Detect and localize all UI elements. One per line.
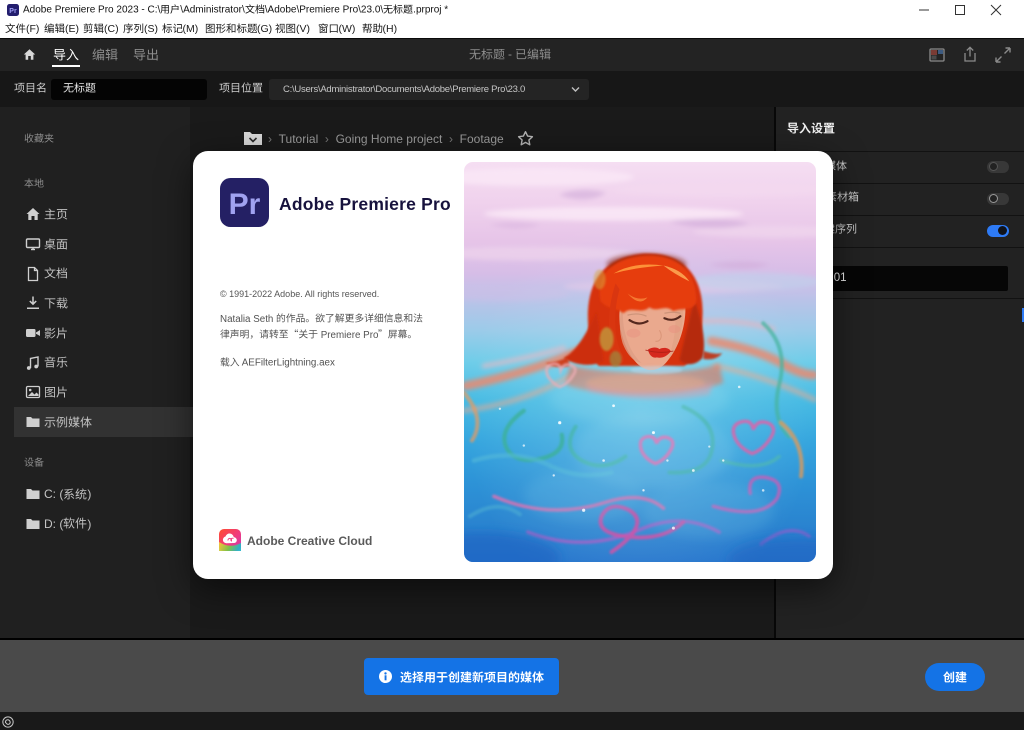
svg-text:Pr: Pr <box>9 8 17 15</box>
svg-text:Pr: Pr <box>229 188 261 221</box>
